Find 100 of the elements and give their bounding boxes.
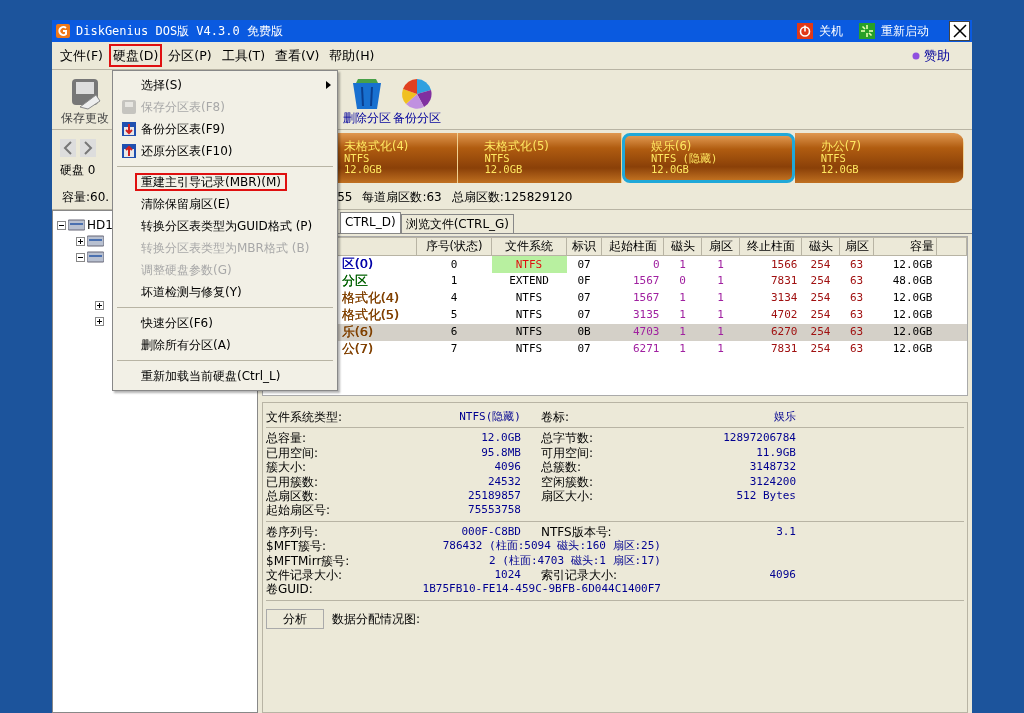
field-value: 娱乐 [773, 410, 796, 425]
analyze-button[interactable]: 分析 [266, 608, 324, 630]
menu-item[interactable]: 删除所有分区(A) [135, 335, 237, 355]
expand-icon[interactable] [95, 316, 104, 326]
menu-item[interactable]: 查看(V) [271, 44, 324, 67]
field-value: 24532 [486, 474, 521, 489]
menu-item[interactable]: 转换分区表类型为GUID格式 (P) [135, 216, 319, 236]
menu-item[interactable]: 选择(S) [135, 75, 188, 95]
field-value: 4096 [768, 567, 796, 583]
menu-item[interactable]: 硬盘(D) [108, 44, 163, 67]
menu-item[interactable]: 还原分区表(F10) [135, 141, 239, 161]
column-header: 标识 [566, 237, 602, 256]
restart-icon[interactable] [859, 23, 875, 39]
menu-item[interactable]: 清除保留扇区(E) [135, 194, 236, 214]
tab[interactable]: 浏览文件(CTRL_G) [400, 213, 515, 233]
field-value: 000F-C8BD [460, 524, 521, 540]
table-cell: 0B [566, 323, 602, 341]
column-header: 起始柱面 [601, 237, 664, 256]
table-cell: 1 [663, 323, 702, 341]
expand-icon[interactable] [76, 236, 85, 246]
table-cell: 6271 [601, 340, 664, 358]
field-label: 可用空间: [541, 445, 595, 461]
field-label: 扇区大小: [541, 488, 595, 504]
field-value: 786432 (柱面:5094 磁头:160 扇区:25) [441, 539, 661, 554]
menu-item[interactable]: 工具(T) [217, 44, 270, 67]
menu-item[interactable]: 分区(P) [164, 44, 216, 67]
table-cell-text: NTFS [514, 290, 544, 307]
total-sectors-text: 总扇区数:125829120 [451, 190, 573, 205]
table-cell: 63 [839, 255, 874, 273]
table-cell: 1 [701, 255, 740, 273]
power-icon[interactable] [797, 23, 813, 39]
menu-item: 保存分区表(F8) [140, 98, 226, 116]
menu-item[interactable]: 帮助(H) [325, 44, 379, 67]
menu-item[interactable]: 文件(F) [56, 44, 107, 67]
field-label: $MFT簇号: [266, 539, 328, 554]
delete-button[interactable]: 删除分区 [342, 76, 392, 125]
table-cell: 12.0GB [873, 306, 937, 324]
table-cell-text: 07 [576, 290, 592, 307]
table-cell: 1 [701, 340, 740, 358]
table-cell: 63 [839, 340, 874, 358]
field-value: 12897206784 [722, 431, 796, 446]
close-button[interactable] [949, 21, 970, 41]
table-cell-text: 12.0GB [891, 290, 934, 307]
shutdown-label[interactable]: 关机 [819, 23, 843, 39]
collapse-icon[interactable] [57, 220, 66, 230]
table-cell: 7 [416, 340, 492, 358]
partition-segment[interactable]: 未格式化(5) NTFS 12.0GB [458, 133, 622, 183]
field-label: 文件系统类型: [266, 410, 344, 425]
table-cell: 0 [416, 255, 492, 273]
menu-item[interactable]: 坏道检测与修复(Y) [135, 282, 248, 302]
field-value: NTFS(隐藏) [458, 410, 521, 425]
partition-segment[interactable]: 办公(7) NTFS 12.0GB [794, 133, 964, 183]
table-cell: 07 [566, 340, 602, 358]
field-value: 512 Bytes [735, 488, 796, 504]
backup-button[interactable]: 备份分区 [392, 76, 442, 125]
tree-item[interactable]: HD1 [87, 217, 113, 233]
column-header: 序号(状态) [416, 237, 492, 256]
table-cell-text: 0 [678, 273, 687, 290]
column-header: 终止柱面 [739, 237, 802, 256]
column-header: 扇区 [839, 237, 874, 256]
tab[interactable]: CTRL_D) [340, 211, 401, 233]
table-cell: 07 [566, 255, 602, 273]
table-cell: 1 [701, 323, 740, 341]
field-label: 卷GUID: [266, 582, 314, 597]
field-value: 11.9GB [755, 445, 796, 461]
restart-label[interactable]: 重新启动 [881, 23, 929, 39]
table-cell: EXTEND [491, 272, 567, 290]
partition-name: 分区 [341, 273, 368, 289]
table-cell: 6270 [739, 323, 802, 341]
submenu-arrow-icon [326, 81, 331, 89]
field-value: 3148732 [748, 460, 796, 475]
field-label: 已用簇数: [266, 474, 320, 489]
allocation-label: 数据分配情况图: [332, 611, 421, 627]
expand-icon[interactable] [95, 300, 104, 310]
menu-item[interactable]: 重建主引导记录(MBR)(M) [135, 172, 287, 192]
field-label: 文件记录大小: [266, 567, 344, 583]
collapse-icon[interactable] [76, 252, 85, 262]
table-cell: 07 [566, 306, 602, 324]
field-value: 1B75FB10-FE14-459C-9BFB-6D044C1400F7 [421, 582, 661, 597]
sponsor-link[interactable]: 赞助 [924, 48, 950, 63]
table-cell: 4703 [601, 323, 664, 341]
menu-item[interactable]: 快速分区(F6) [135, 313, 219, 333]
field-label: 卷序列号: [266, 524, 320, 540]
column-header: 容量 [873, 237, 937, 256]
menu-item[interactable]: 重新加载当前硬盘(Ctrl_L) [135, 366, 287, 386]
menu-item[interactable]: 备份分区表(F9) [135, 119, 231, 139]
field-value: 25189857 [467, 488, 521, 504]
table-cell: NTFS [491, 323, 567, 341]
trash-can-icon [350, 76, 384, 111]
heads-text: 55 [337, 190, 353, 205]
table-cell-text: 3134 [770, 290, 799, 307]
field-label: 空闲簇数: [541, 474, 595, 489]
table-cell: 12.0GB [873, 340, 937, 358]
close-icon [952, 24, 967, 38]
table-cell: 254 [801, 323, 840, 341]
dot-icon [912, 51, 920, 60]
table-cell: NTFS [491, 306, 567, 324]
partition-segment[interactable]: 娱乐(6) NTFS (隐藏) 12.0GB [621, 133, 795, 183]
table-cell: 63 [839, 323, 874, 341]
field-value: 75553758 [467, 503, 521, 518]
